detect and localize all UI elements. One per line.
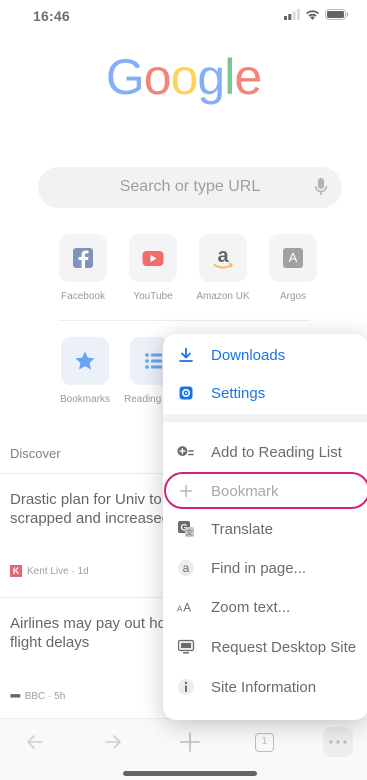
svg-text:a: a bbox=[183, 561, 190, 575]
menu-divider bbox=[163, 414, 367, 422]
argos-letter: A bbox=[283, 248, 303, 268]
status-time: 16:46 bbox=[33, 8, 70, 24]
svg-text:文: 文 bbox=[186, 528, 193, 537]
tile-label: Reading bbox=[124, 394, 162, 405]
home-indicator bbox=[123, 771, 257, 776]
tile-argos[interactable]: A Argos bbox=[258, 234, 328, 302]
menu-item-request-desktop-site[interactable]: Request Desktop Site bbox=[163, 628, 367, 666]
translate-icon: G文 bbox=[177, 520, 195, 538]
logo-letter: g bbox=[197, 49, 225, 105]
menu-item-label: Site Information bbox=[211, 678, 317, 696]
youtube-icon bbox=[129, 234, 177, 282]
amazon-icon: a bbox=[199, 234, 247, 282]
menu-item-settings[interactable]: Settings bbox=[163, 374, 367, 412]
mic-icon[interactable] bbox=[314, 177, 328, 197]
menu-item-downloads[interactable]: Downloads bbox=[163, 336, 367, 374]
battery-icon bbox=[325, 9, 349, 20]
tile-amazon[interactable]: a Amazon UK bbox=[188, 234, 258, 302]
google-logo: Google bbox=[0, 48, 367, 106]
article-source: K Kent Live · 1d bbox=[10, 565, 89, 577]
tile-label: Amazon UK bbox=[196, 291, 250, 302]
list-icon bbox=[130, 337, 164, 385]
logo-letter: o bbox=[170, 49, 199, 105]
back-icon[interactable] bbox=[24, 731, 46, 753]
tile-label: Bookmarks bbox=[59, 394, 110, 405]
wifi-icon bbox=[306, 10, 319, 20]
svg-text:A: A bbox=[183, 602, 191, 615]
menu-item-bookmark[interactable]: Bookmark bbox=[163, 472, 367, 510]
plus-icon bbox=[177, 482, 195, 500]
status-icons bbox=[284, 9, 349, 20]
search-input[interactable]: Search or type URL bbox=[38, 167, 342, 208]
menu-item-zoom-text[interactable]: AA Zoom text... bbox=[163, 588, 367, 626]
star-icon bbox=[61, 337, 109, 385]
logo-letter: l bbox=[224, 49, 235, 105]
bbc-logo: ■■■ bbox=[10, 693, 21, 700]
overflow-menu: Downloads Settings Add to Reading List B… bbox=[163, 334, 367, 720]
discover-heading: Discover bbox=[10, 446, 61, 461]
tile-reading-list[interactable]: Reading bbox=[120, 337, 164, 405]
source-text: BBC · 5h bbox=[24, 691, 66, 702]
argos-icon: A bbox=[269, 234, 317, 282]
menu-item-label: Add to Reading List bbox=[211, 443, 342, 461]
logo-letter: e bbox=[234, 49, 262, 105]
new-tab-icon[interactable] bbox=[178, 730, 202, 754]
forward-icon[interactable] bbox=[102, 731, 124, 753]
menu-item-label: Find in page... bbox=[211, 559, 307, 577]
more-dots-icon bbox=[329, 740, 347, 744]
find-icon: a bbox=[177, 559, 195, 577]
zoom-text-icon: AA bbox=[177, 598, 195, 616]
logo-letter: G bbox=[105, 49, 145, 105]
menu-item-site-information[interactable]: Site Information bbox=[163, 668, 367, 706]
info-icon bbox=[177, 678, 195, 696]
menu-item-add-to-reading-list[interactable]: Add to Reading List bbox=[163, 433, 367, 471]
source-text: Kent Live · 1d bbox=[27, 565, 89, 577]
discover-divider bbox=[0, 473, 163, 474]
signal-icon bbox=[284, 9, 300, 20]
article-source: ■■■ BBC · 5h bbox=[10, 691, 65, 702]
tile-bookmarks[interactable]: Bookmarks bbox=[50, 337, 120, 405]
tile-facebook[interactable]: Facebook bbox=[48, 234, 118, 302]
menu-item-find-in-page[interactable]: a Find in page... bbox=[163, 549, 367, 587]
more-menu-button[interactable] bbox=[323, 727, 353, 757]
menu-item-label: Settings bbox=[211, 384, 266, 402]
facebook-icon bbox=[59, 234, 107, 282]
menu-item-label: Bookmark bbox=[211, 482, 279, 500]
svg-text:A: A bbox=[177, 605, 183, 614]
tile-label: Argos bbox=[279, 291, 307, 302]
gear-icon bbox=[177, 384, 195, 402]
menu-item-label: Request Desktop Site bbox=[211, 638, 357, 656]
status-bar: 16:46 bbox=[0, 0, 367, 36]
desktop-icon bbox=[177, 638, 195, 656]
tile-label: YouTube bbox=[133, 291, 173, 302]
article-divider bbox=[0, 597, 163, 598]
tiles-divider bbox=[58, 320, 310, 321]
add-reading-list-icon bbox=[177, 443, 195, 461]
tile-label: Facebook bbox=[61, 291, 105, 302]
kent-live-logo: K bbox=[10, 565, 22, 577]
menu-item-label: Zoom text... bbox=[211, 598, 291, 616]
tile-youtube[interactable]: YouTube bbox=[118, 234, 188, 302]
menu-item-label: Downloads bbox=[211, 346, 286, 364]
tab-switcher-button[interactable]: 1 bbox=[255, 733, 274, 752]
search-placeholder: Search or type URL bbox=[119, 178, 261, 195]
logo-letter: o bbox=[143, 49, 172, 105]
menu-item-translate[interactable]: G文 Translate bbox=[163, 510, 367, 548]
svg-text:a: a bbox=[217, 245, 229, 267]
download-icon bbox=[177, 346, 195, 364]
menu-item-label: Translate bbox=[211, 520, 273, 538]
